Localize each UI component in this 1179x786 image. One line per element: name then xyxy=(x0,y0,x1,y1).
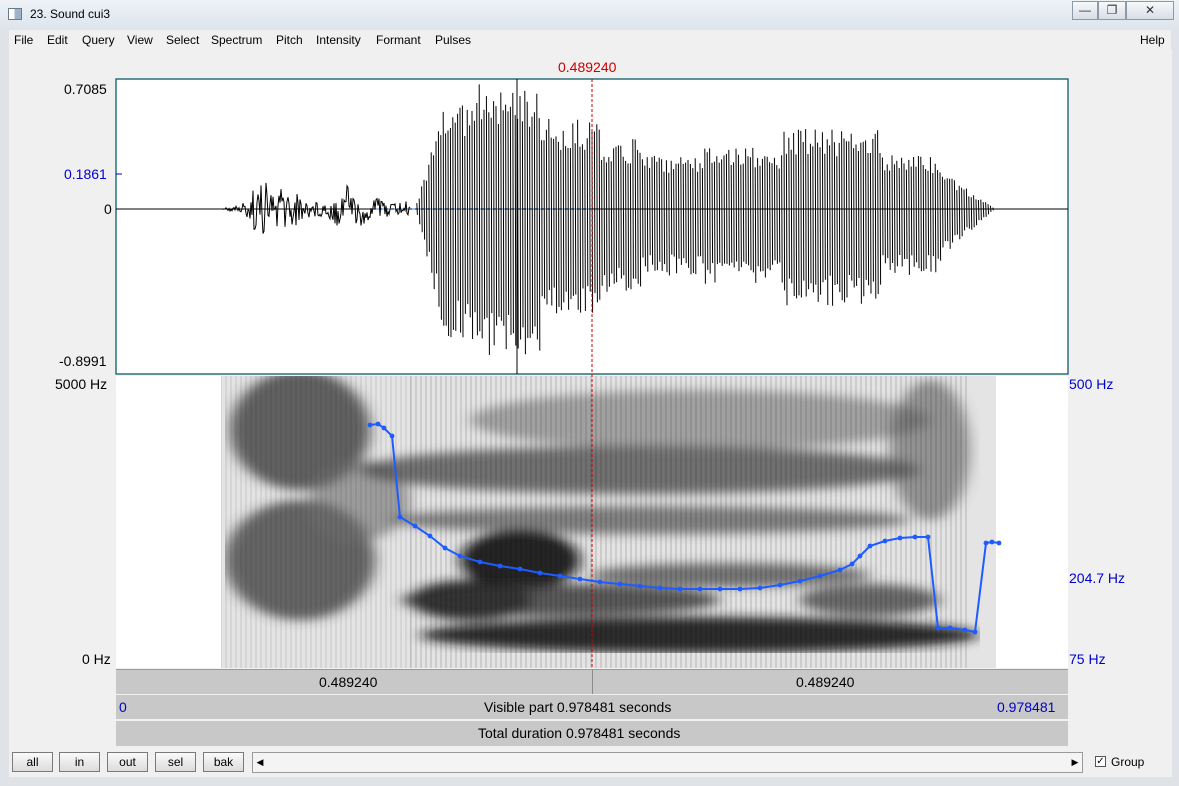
group-label: Group xyxy=(1111,755,1145,769)
signal-display[interactable] xyxy=(0,0,1179,786)
pitch-point xyxy=(849,561,855,567)
pitch-point xyxy=(947,625,953,631)
pitch-point xyxy=(697,586,703,592)
pitch-point xyxy=(857,553,863,559)
pitch-point xyxy=(897,535,903,541)
pitch-point xyxy=(477,559,483,565)
pitch-point xyxy=(537,570,543,576)
pitch-point xyxy=(617,581,623,587)
pitch-point xyxy=(375,421,381,427)
pitch-point xyxy=(442,545,448,551)
pitch-point xyxy=(912,534,918,540)
pitch-point xyxy=(797,578,803,584)
pitch-point xyxy=(717,586,723,592)
pitch-point xyxy=(577,576,583,582)
pitch-point xyxy=(737,586,743,592)
pitch-point xyxy=(427,533,433,539)
pitch-point xyxy=(867,543,873,549)
pitch-point xyxy=(757,585,763,591)
pitch-point xyxy=(983,540,989,546)
zoom-sel-button[interactable]: sel xyxy=(155,752,196,772)
zoom-back-button[interactable]: bak xyxy=(203,752,244,772)
pitch-point xyxy=(817,573,823,579)
pitch-point xyxy=(367,422,373,428)
pitch-point xyxy=(637,583,643,589)
zoom-out-button[interactable]: out xyxy=(107,752,148,772)
zoom-in-button[interactable]: in xyxy=(59,752,100,772)
pitch-point xyxy=(397,514,403,520)
group-checkbox[interactable]: ✓ xyxy=(1095,756,1106,767)
pitch-point xyxy=(389,433,395,439)
scroll-left-icon[interactable]: ◀ xyxy=(253,754,267,771)
scroll-right-icon[interactable]: ▶ xyxy=(1068,754,1082,771)
pitch-point xyxy=(989,539,995,545)
pitch-point xyxy=(677,586,683,592)
pitch-point xyxy=(657,585,663,591)
pitch-point xyxy=(497,563,503,569)
pitch-point xyxy=(517,566,523,572)
pitch-point xyxy=(381,425,387,431)
pitch-point xyxy=(925,534,931,540)
pitch-point xyxy=(882,538,888,544)
pitch-point xyxy=(962,627,968,633)
pitch-point xyxy=(972,629,978,635)
time-scrollbar[interactable]: ◀ ▶ xyxy=(252,752,1083,773)
pitch-point xyxy=(935,625,941,631)
pitch-point xyxy=(837,567,843,573)
bottom-controls: all in out sel bak ◀ ▶ ✓ Group xyxy=(9,749,1172,777)
zoom-all-button[interactable]: all xyxy=(12,752,53,772)
pitch-point xyxy=(777,582,783,588)
pitch-point xyxy=(996,540,1002,546)
pitch-point xyxy=(557,573,563,579)
pitch-point xyxy=(412,523,418,529)
pitch-point xyxy=(457,553,463,559)
checkmark-icon: ✓ xyxy=(1096,756,1105,767)
pitch-point xyxy=(597,579,603,585)
spectrogram-image xyxy=(221,376,996,668)
